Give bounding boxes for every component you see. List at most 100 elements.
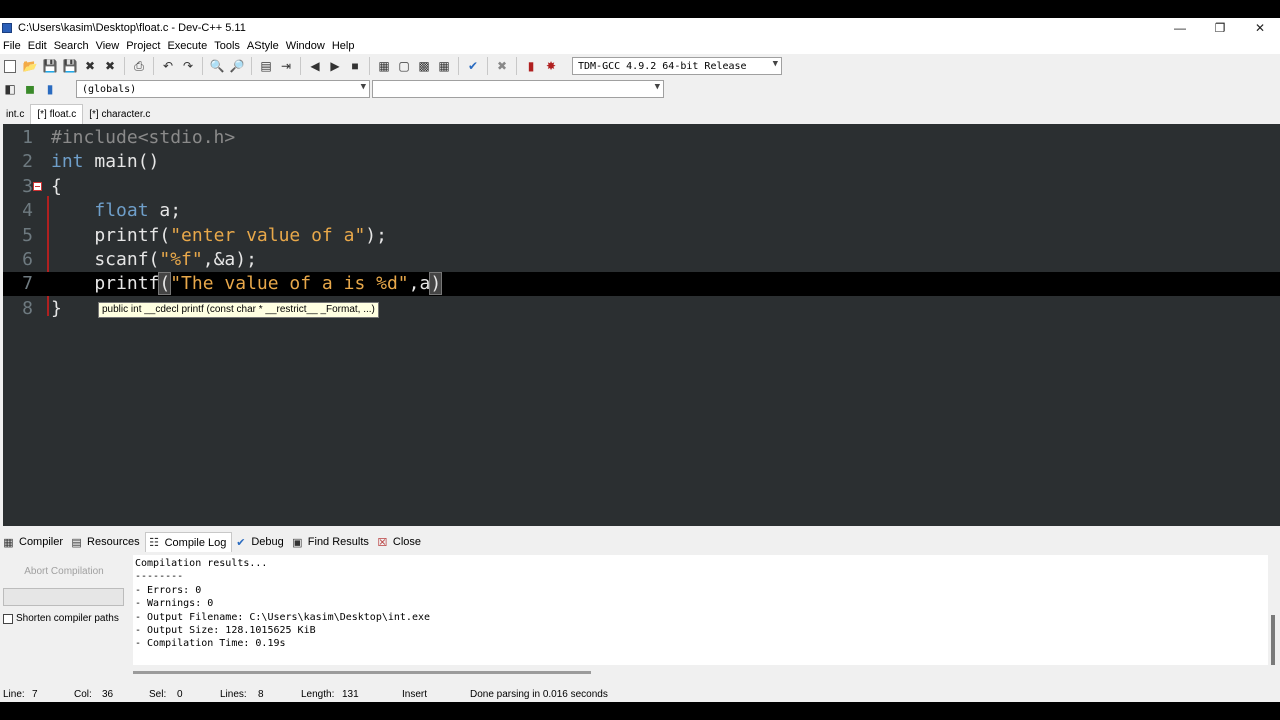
code-text: float a; <box>51 199 181 223</box>
code-token: #include<stdio.h> <box>51 127 236 148</box>
menu-item-project[interactable]: Project <box>123 40 164 52</box>
line-number: 2 <box>22 151 33 173</box>
close-icon: ☒ <box>377 536 388 549</box>
status-lines-label: Lines: <box>220 689 247 700</box>
fold-collapse-icon[interactable] <box>33 181 42 191</box>
output-tab-compiler[interactable]: ▦ Compiler <box>0 532 68 552</box>
output-tabs: ▦ Compiler ▤ Resources ☷ Compile Log ✔ Debug ▣ Fi… <box>0 531 1280 553</box>
print-icon[interactable]: ⎙ <box>131 58 147 74</box>
code-text: } <box>51 297 62 321</box>
code-token: ,&a); <box>202 249 257 270</box>
menu-item-astyle[interactable]: AStyle <box>244 40 283 52</box>
menu-item-file[interactable]: File <box>0 40 25 52</box>
unindent-icon[interactable]: ◀ <box>307 58 323 74</box>
checkbox-box[interactable] <box>3 613 13 624</box>
log-vertical-scrollbar[interactable] <box>1271 615 1275 665</box>
menu-item-execute[interactable]: Execute <box>164 40 211 52</box>
function-select[interactable]: ▼ <box>372 80 664 98</box>
toolbar-separator <box>369 57 370 75</box>
line-number: 5 <box>22 224 33 246</box>
compile-controls: Abort Compilation Shorten compiler paths <box>0 554 130 684</box>
menu-item-search[interactable]: Search <box>51 40 93 52</box>
chevron-down-icon: ▼ <box>360 82 366 92</box>
output-tab-resources[interactable]: ▤ Resources <box>68 532 145 552</box>
save-all-icon[interactable]: 💾 <box>62 58 78 74</box>
find-icon[interactable]: 🔍 <box>209 58 225 74</box>
code-editor[interactable]: 1 #include<stdio.h> 2 int main() 3{4 float a… <box>3 124 1280 526</box>
new-file-icon[interactable] <box>2 58 18 74</box>
window-title: C:\Users\kasim\Desktop\float.c - Dev-C++… <box>18 22 246 34</box>
project-icon[interactable]: ▦ <box>376 58 392 74</box>
tab-float-c[interactable]: [*] float.c <box>30 104 84 124</box>
toggle-bookmark-icon[interactable]: ◼ <box>22 81 38 97</box>
output-tab-compile-log[interactable]: ☷ Compile Log <box>144 532 233 552</box>
insert-icon[interactable]: ◧ <box>2 81 18 97</box>
abort-compilation-button[interactable]: Abort Compilation <box>4 556 124 586</box>
stop-icon[interactable]: ✖ <box>494 58 510 74</box>
goto-bookmark-icon[interactable]: ▮ <box>42 81 58 97</box>
redo-icon[interactable]: ↷ <box>180 58 196 74</box>
syntax-check-icon[interactable]: ✔ <box>465 58 481 74</box>
scrollbar-thumb[interactable] <box>133 671 591 674</box>
code-token: "%f" <box>159 249 203 270</box>
open-file-icon[interactable]: 📂 <box>22 58 38 74</box>
find-icon: ▣ <box>292 536 303 549</box>
restore-icon[interactable]: ❐ <box>1200 18 1240 38</box>
indent-icon[interactable]: ▶ <box>327 58 343 74</box>
profile-icon[interactable]: ▮ <box>523 58 539 74</box>
shorten-paths-checkbox[interactable]: Shorten compiler paths <box>3 613 119 624</box>
undo-icon[interactable]: ↶ <box>160 58 176 74</box>
tab-int-c[interactable]: int.c <box>0 104 30 124</box>
goto-icon[interactable]: ▤ <box>258 58 274 74</box>
log-line: - Compilation Time: 0.19s <box>135 638 286 650</box>
code-token: printf <box>51 273 160 295</box>
bookmark-icon[interactable]: ⇥ <box>278 58 294 74</box>
window-icon[interactable]: ▢ <box>396 58 412 74</box>
status-mode: Insert <box>402 689 428 700</box>
code-line: 4 float a; <box>3 199 1280 223</box>
close-icon[interactable]: ✕ <box>1240 18 1280 38</box>
output-tab-label: Close <box>392 536 422 548</box>
code-token: float <box>94 200 149 222</box>
code-text: printf("enter value of a"); <box>51 224 387 248</box>
compile-log[interactable]: Compilation results... -------- - Errors: … <box>133 555 1268 665</box>
code-token: ) <box>429 272 443 296</box>
log-horizontal-scrollbar[interactable] <box>133 669 1268 677</box>
window-controls: — ❐ ✕ <box>1160 18 1280 38</box>
output-tab-close[interactable]: ☒ Close <box>374 532 426 552</box>
tab-character-c[interactable]: [*] character.c <box>83 104 156 124</box>
line-number: 1 <box>22 127 33 148</box>
compiler-select[interactable]: TDM-GCC 4.9.2 64-bit Release ▼ <box>572 57 782 75</box>
line-number: 8 <box>22 297 33 319</box>
output-tab-debug[interactable]: ✔ Debug <box>232 532 288 552</box>
save-icon[interactable]: 💾 <box>42 58 58 74</box>
close-all-icon[interactable]: ✖ <box>102 58 118 74</box>
minimize-icon[interactable]: — <box>1160 18 1200 38</box>
replace-icon[interactable]: 🔎 <box>229 58 245 74</box>
grid-icon: ▦ <box>3 536 14 549</box>
toolbar-separator <box>487 57 488 75</box>
menu-item-window[interactable]: Window <box>283 40 329 52</box>
menu-item-view[interactable]: View <box>93 40 124 52</box>
chart-icon: ☷ <box>149 537 160 549</box>
menu-item-edit[interactable]: Edit <box>25 40 51 52</box>
menu-item-tools[interactable]: Tools <box>211 40 244 52</box>
output-tab-find-results[interactable]: ▣ Find Results <box>289 532 374 552</box>
class-browser-icon[interactable]: ▩ <box>416 58 432 74</box>
scope-select-value: (globals) <box>82 83 137 95</box>
scope-select[interactable]: (globals) ▼ <box>76 80 370 98</box>
code-token: a; <box>148 200 182 222</box>
status-length-label: Length: <box>301 689 335 700</box>
close-file-icon[interactable]: ✖ <box>82 58 98 74</box>
code-token: { <box>51 175 62 197</box>
tile-icon[interactable]: ▦ <box>436 58 452 74</box>
code-line: 6 scanf("%f",&a); <box>3 248 1280 272</box>
code-token: main() <box>83 151 160 173</box>
menu-item-help[interactable]: Help <box>329 40 359 52</box>
toolbar-separator <box>124 57 125 75</box>
code-line: 1 #include<stdio.h> <box>3 126 1280 150</box>
debug-icon[interactable]: ✸ <box>543 58 559 74</box>
compiler-select-value: TDM-GCC 4.9.2 64-bit Release <box>578 60 747 72</box>
toggle-comment-icon[interactable]: ■ <box>347 58 363 74</box>
